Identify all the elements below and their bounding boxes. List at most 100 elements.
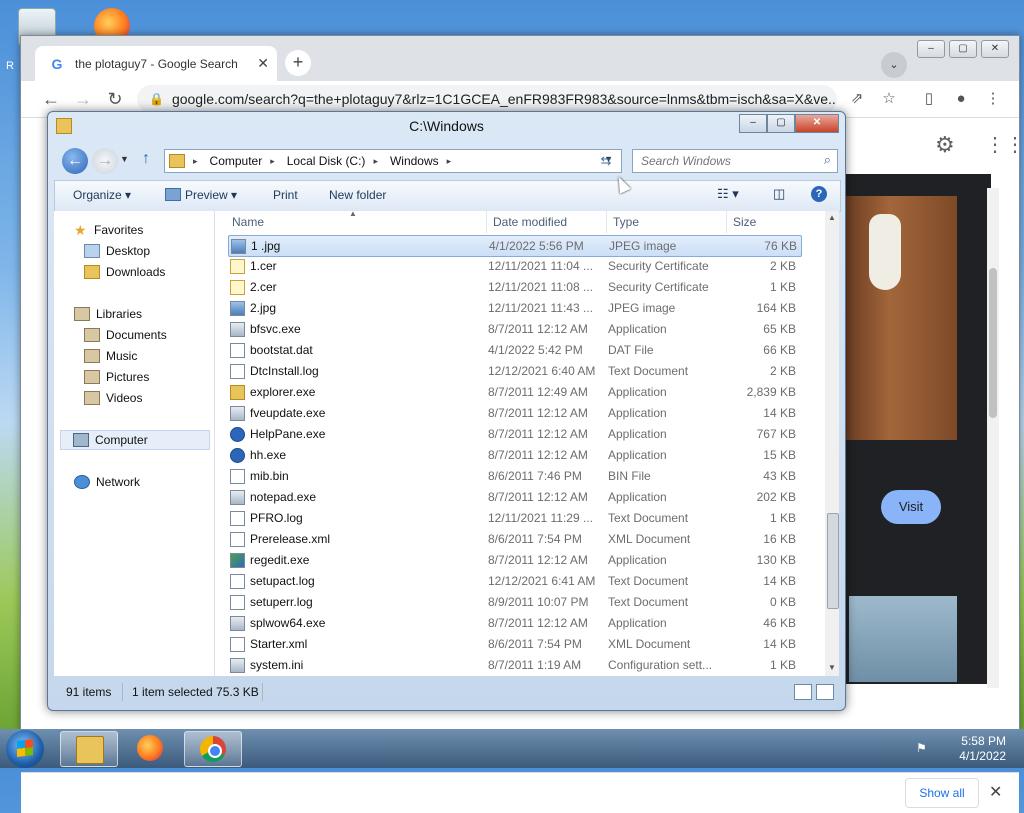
breadcrumb-windows[interactable]: Windows bbox=[390, 154, 439, 168]
file-row[interactable]: setuperr.log 8/9/2011 10:07 PM Text Docume… bbox=[228, 592, 800, 612]
column-header-name[interactable]: Name bbox=[232, 215, 264, 229]
profile-avatar-icon[interactable]: ● bbox=[951, 89, 971, 109]
file-row[interactable]: 2.cer 12/11/2021 11:08 ... Security Certif… bbox=[228, 277, 800, 297]
file-row[interactable]: 1 .jpg 4/1/2022 5:56 PM JPEG image 76 KB bbox=[228, 235, 802, 257]
related-image[interactable] bbox=[849, 596, 957, 682]
maximize-button[interactable]: ▢ bbox=[949, 40, 977, 58]
column-header-size[interactable]: Size bbox=[733, 215, 756, 229]
file-row[interactable]: system.ini 8/7/2011 1:19 AM Configuration … bbox=[228, 655, 800, 675]
close-window-button[interactable]: ✕ bbox=[981, 40, 1009, 58]
file-row[interactable]: HelpPane.exe 8/7/2011 12:12 AM Application… bbox=[228, 424, 800, 444]
back-arrow-icon[interactable]: ← bbox=[39, 87, 63, 111]
column-divider[interactable] bbox=[606, 211, 607, 233]
up-arrow-icon[interactable]: ↑ bbox=[142, 150, 150, 168]
nav-network[interactable]: Network bbox=[74, 472, 140, 492]
file-row[interactable]: Starter.xml 8/6/2011 7:54 PM XML Document 1… bbox=[228, 634, 800, 654]
file-row[interactable]: 1.cer 12/11/2021 11:04 ... Security Certif… bbox=[228, 256, 800, 276]
recent-pages-chevron-icon[interactable]: ▼ bbox=[120, 154, 129, 164]
file-row[interactable]: fveupdate.exe 8/7/2011 12:12 AM Applicatio… bbox=[228, 403, 800, 423]
file-row[interactable]: splwow64.exe 8/7/2011 12:12 AM Application… bbox=[228, 613, 800, 633]
tab-close-icon[interactable]: ✕ bbox=[257, 55, 269, 72]
visit-button[interactable]: Visit bbox=[881, 490, 941, 524]
details-view-icon[interactable] bbox=[794, 684, 812, 700]
new-folder-button[interactable]: New folder bbox=[329, 188, 386, 202]
search-input[interactable] bbox=[639, 150, 813, 172]
column-divider[interactable] bbox=[726, 211, 727, 233]
side-panel-icon[interactable]: ▯ bbox=[919, 89, 939, 109]
large-icons-view-icon[interactable] bbox=[816, 684, 834, 700]
print-button[interactable]: Print bbox=[273, 188, 298, 202]
nav-videos[interactable]: Videos bbox=[84, 388, 142, 408]
minimize-button[interactable]: – bbox=[917, 40, 945, 58]
column-divider[interactable] bbox=[486, 211, 487, 233]
breadcrumb-computer[interactable]: Computer bbox=[210, 154, 263, 168]
preview-image[interactable] bbox=[845, 196, 957, 440]
file-row[interactable]: Prerelease.xml 8/6/2011 7:54 PM XML Docume… bbox=[228, 529, 800, 549]
file-row[interactable]: regedit.exe 8/7/2011 12:12 AM Application 1… bbox=[228, 550, 800, 570]
file-row[interactable]: mib.bin 8/6/2011 7:46 PM BIN File 43 KB bbox=[228, 466, 800, 486]
chevron-right-icon[interactable]: ▸ bbox=[373, 156, 378, 167]
file-row[interactable]: 2.jpg 12/11/2021 11:43 ... JPEG image 164 K… bbox=[228, 298, 800, 318]
address-bar[interactable]: ▸ Computer ▸ Local Disk (C:) ▸ Windows ▸… bbox=[164, 149, 622, 173]
taskbar-explorer[interactable] bbox=[60, 731, 118, 767]
page-scrollbar-thumb[interactable] bbox=[989, 268, 997, 418]
file-row[interactable]: bfsvc.exe 8/7/2011 12:12 AM Application 65 … bbox=[228, 319, 800, 339]
scroll-down-icon[interactable]: ▼ bbox=[828, 663, 836, 672]
explorer-close-button[interactable]: ✕ bbox=[795, 114, 839, 133]
back-button[interactable]: ← bbox=[62, 148, 88, 174]
show-all-downloads-button[interactable]: Show all bbox=[905, 778, 979, 808]
column-header-date[interactable]: Date modified bbox=[493, 215, 567, 229]
file-row[interactable]: PFRO.log 12/11/2021 11:29 ... Text Documen… bbox=[228, 508, 800, 528]
new-tab-button[interactable]: + bbox=[285, 50, 311, 76]
help-icon[interactable]: ? bbox=[811, 186, 827, 202]
omnibox[interactable]: 🔒 google.com/search?q=the+plotaguy7&rlz=… bbox=[137, 85, 837, 113]
column-header-type[interactable]: Type bbox=[613, 215, 639, 229]
explorer-minimize-button[interactable]: – bbox=[739, 114, 767, 133]
nav-computer[interactable]: Computer bbox=[60, 430, 210, 450]
share-icon[interactable]: ⇗ bbox=[847, 89, 867, 109]
forward-arrow-icon[interactable]: → bbox=[71, 87, 95, 111]
start-button[interactable] bbox=[6, 730, 44, 768]
file-row[interactable]: setupact.log 12/12/2021 6:41 AM Text Docum… bbox=[228, 571, 800, 591]
chrome-menu-icon[interactable]: ⋮ bbox=[983, 89, 1003, 109]
nav-libraries[interactable]: Libraries bbox=[74, 304, 142, 324]
preview-pane-icon[interactable]: ◫ bbox=[773, 186, 785, 202]
file-row[interactable]: bootstat.dat 4/1/2022 5:42 PM DAT File 66 K… bbox=[228, 340, 800, 360]
chevron-right-icon[interactable]: ▸ bbox=[193, 156, 198, 167]
bookmark-star-icon[interactable]: ☆ bbox=[879, 89, 899, 109]
chrome-tab[interactable]: G the plotaguy7 - Google Search ✕ bbox=[35, 46, 277, 81]
organize-button[interactable]: Organize ▾ bbox=[73, 188, 131, 202]
explorer-maximize-button[interactable]: ▢ bbox=[767, 114, 795, 133]
taskbar-firefox[interactable] bbox=[122, 731, 178, 765]
tab-search-button[interactable]: ⌄ bbox=[881, 52, 907, 78]
nav-documents[interactable]: Documents bbox=[84, 325, 167, 345]
nav-desktop[interactable]: Desktop bbox=[84, 241, 150, 261]
clock[interactable]: 5:58 PM 4/1/2022 bbox=[934, 734, 1006, 764]
file-row[interactable]: DtcInstall.log 12/12/2021 6:40 AM Text Doc… bbox=[228, 361, 800, 381]
forward-button[interactable]: → bbox=[92, 148, 118, 174]
downloads-bar-close-icon[interactable]: ✕ bbox=[989, 782, 1002, 802]
view-options-icon[interactable]: ☷ ▾ bbox=[717, 186, 739, 202]
scrollbar-thumb[interactable] bbox=[827, 513, 839, 609]
reload-icon[interactable]: ↻ bbox=[103, 87, 127, 111]
nav-favorites[interactable]: ★ Favorites bbox=[74, 220, 143, 240]
refresh-icon[interactable]: ⇆ bbox=[595, 150, 617, 172]
preview-button[interactable]: Preview ▾ bbox=[165, 188, 237, 202]
file-row[interactable]: explorer.exe 8/7/2011 12:49 AM Application… bbox=[228, 382, 800, 402]
chevron-right-icon[interactable]: ▸ bbox=[447, 156, 452, 167]
gear-icon[interactable]: ⚙ bbox=[935, 132, 955, 158]
scroll-up-icon[interactable]: ▲ bbox=[828, 213, 836, 222]
apps-grid-icon[interactable]: ⋮⋮ bbox=[985, 132, 1024, 157]
nav-downloads[interactable]: Downloads bbox=[84, 262, 165, 282]
search-icon[interactable]: ⌕ bbox=[824, 152, 831, 168]
nav-music[interactable]: Music bbox=[84, 346, 137, 366]
file-list-scrollbar[interactable]: ▲ ▼ bbox=[825, 211, 839, 676]
chevron-right-icon[interactable]: ▸ bbox=[270, 156, 275, 167]
taskbar-chrome[interactable] bbox=[184, 731, 242, 767]
page-scrollbar[interactable] bbox=[987, 188, 999, 688]
breadcrumb-local-disk[interactable]: Local Disk (C:) bbox=[287, 154, 366, 168]
file-row[interactable]: hh.exe 8/7/2011 12:12 AM Application 15 KB bbox=[228, 445, 800, 465]
nav-pictures[interactable]: Pictures bbox=[84, 367, 149, 387]
action-center-flag-icon[interactable]: ⚑ bbox=[916, 741, 927, 755]
file-row[interactable]: notepad.exe 8/7/2011 12:12 AM Application 2… bbox=[228, 487, 800, 507]
